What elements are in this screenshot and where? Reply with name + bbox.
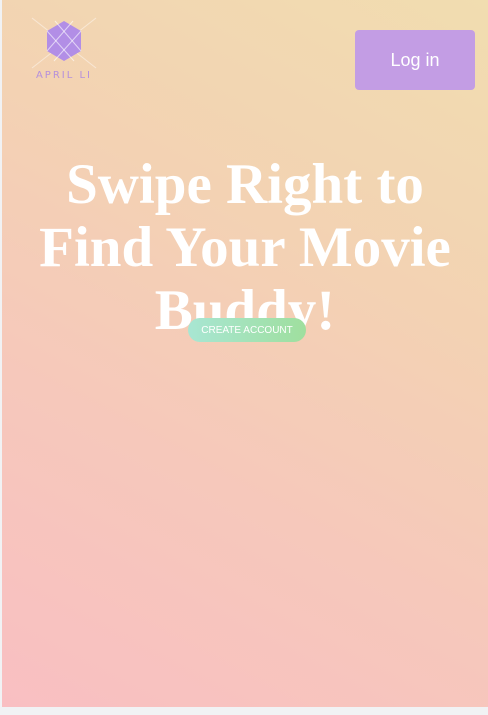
hexagon-logo-icon	[31, 17, 97, 69]
create-account-button[interactable]: CREATE ACCOUNT	[188, 318, 306, 342]
logo-wordmark: APRIL LI	[35, 70, 93, 81]
login-button[interactable]: Log in	[355, 30, 475, 90]
landing-page: APRIL LI Log in Swipe Right to Find Your…	[2, 0, 488, 707]
hero-headline: Swipe Right to Find Your Movie Buddy!	[39, 153, 451, 342]
brand-logo[interactable]: APRIL LI	[28, 12, 100, 86]
